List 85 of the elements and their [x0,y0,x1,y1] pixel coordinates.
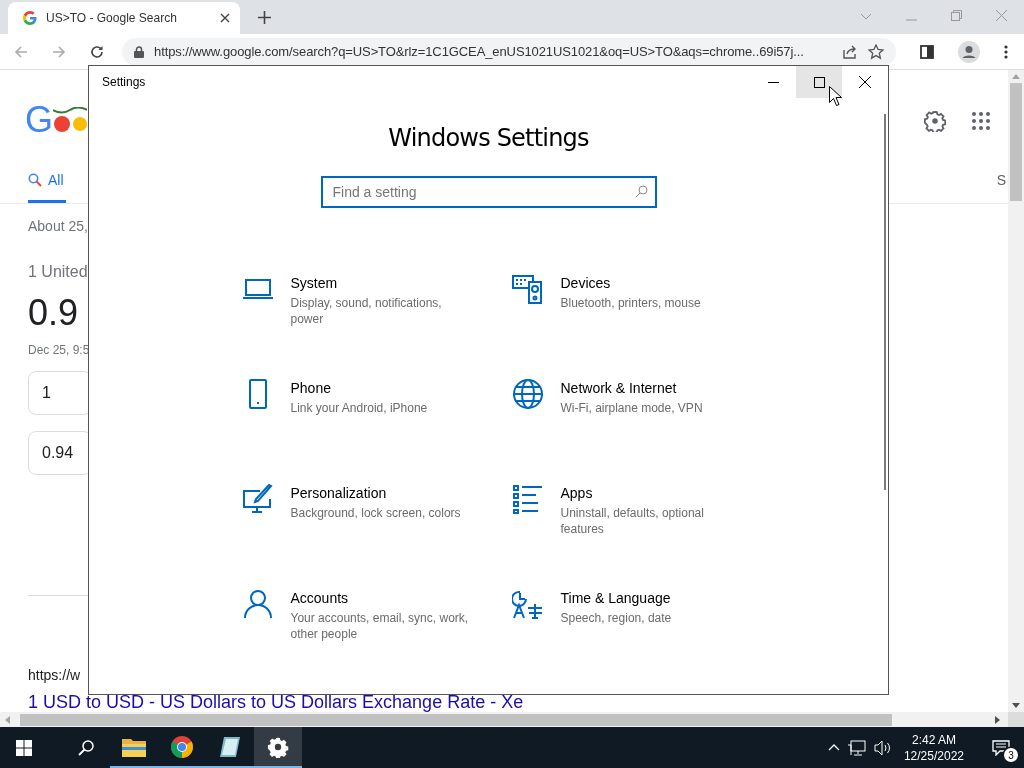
category-description: Bluetooth, printers, mouse [560,295,702,311]
profile-icon[interactable] [958,40,980,63]
settings-category[interactable]: System Display, sound, notifications, power [241,274,512,379]
conversion-label: 1 United [28,263,88,281]
light-bulbs-drawing [53,107,87,133]
menu-icon[interactable] [1004,44,1008,59]
search-tab[interactable]: S [996,172,1006,203]
globe-icon [511,378,544,410]
notepad-icon [218,734,242,759]
result-link[interactable]: 1 USD to USD - US Dollars to US Dollars Exchange Rate - Xe [28,694,524,710]
settings-category[interactable]: Phone Link your Android, iPhone [241,379,512,484]
search-icon[interactable] [78,739,94,756]
chevron-up-icon[interactable] [827,744,840,751]
result-stats: About 25, [28,218,88,234]
clock-date[interactable]: 12/25/2022 [903,747,964,764]
category-name: Phone [290,379,332,397]
minimize-icon [767,81,779,83]
scroll-down-icon[interactable] [1012,703,1020,708]
scroll-thumb[interactable] [1010,83,1022,201]
category-description: Display, sound, notifications, power [290,295,443,327]
settings-category[interactable]: Accounts Your accounts, email, sync, work, other people [241,589,512,694]
category-description: Background, lock screen, colors [290,505,462,521]
reload-icon[interactable] [90,44,104,59]
scroll-right-icon[interactable] [995,715,1000,724]
maximize-icon [813,76,825,88]
category-name: Time & Language [560,589,672,607]
search-tab[interactable]: All [28,172,66,203]
start-icon[interactable] [16,739,32,756]
category-description: Your accounts, email, sync, work, other people [290,610,470,642]
category-description: Wi-Fi, airplane mode, VPN [560,400,704,416]
settings-icon[interactable] [924,110,946,132]
window-title: Settings [102,75,146,89]
notification-count: 3 [1004,748,1018,762]
scrollbar[interactable] [1008,70,1024,712]
settings-category[interactable]: Devices Bluetooth, printers, mouse [511,274,742,379]
person-icon [241,588,274,620]
close-icon [859,76,871,88]
tab-title: US>TO - Google Search [46,11,178,25]
monitor-brush-icon [241,483,274,515]
logo-letter: G [25,102,53,138]
category-description: Uninstall, defaults, optional features [560,505,705,537]
network-icon[interactable] [847,739,866,756]
notifications-icon[interactable] [992,739,1010,756]
settings-category[interactable]: Apps Uninstall, defaults, optional features [511,484,742,589]
category-name: Personalization [290,484,388,502]
settings-category[interactable]: Personalization Background, lock screen, colors [241,484,512,589]
apps-grid-icon[interactable] [972,112,990,130]
category-name: Devices [560,274,612,292]
side-panel-icon[interactable] [920,44,934,59]
category-name: Apps [560,484,594,502]
share-icon[interactable] [842,44,858,59]
lock-icon [134,45,144,58]
conversion-value: 0.9 [28,293,79,333]
page-heading: Windows Settings [388,124,589,152]
mouse-cursor-icon [829,86,842,106]
category-description: Speech, region, date [560,610,673,626]
address-bar[interactable]: https://www.google.com/search?q=US>TO&rlz=1C1GCEA_enUS1021US1021&oq=US>TO&aqs=chrome..69i57j... [122,37,896,66]
settings-category[interactable]: Network & Internet Wi-Fi, airplane mode, VPN [511,379,742,484]
clock-time[interactable]: 2:42 AM [911,731,956,748]
search-field[interactable]: Find a setting [320,176,657,208]
search-icon [634,185,648,198]
clock-letters-icon [511,588,544,620]
volume-icon[interactable] [873,739,892,756]
browser-tab[interactable]: US>TO - Google Search [8,2,240,34]
scrollbar[interactable] [0,712,1024,727]
result-url: https://w [28,667,81,683]
star-icon[interactable] [868,43,884,60]
scroll-thumb[interactable] [20,713,892,726]
taskbar-app-button[interactable] [254,727,302,768]
chrome-icon [170,734,194,759]
new-tab-icon[interactable] [258,11,271,24]
close-icon[interactable] [220,13,230,23]
folder-icon [122,736,146,757]
category-name: Network & Internet [560,379,678,397]
category-name: System [290,274,339,292]
scrollbar-corner [1008,712,1024,727]
keyboard-speaker-icon [511,273,544,305]
settings-category[interactable]: Time & Language Speech, region, date [511,589,742,694]
gear-icon [267,735,289,758]
list-icon [511,483,544,515]
google-icon [22,10,38,26]
search-icon [28,173,42,187]
category-name: Accounts [290,589,350,607]
category-description: Link your Android, iPhone [290,400,429,416]
url-text: https://www.google.com/search?q=US>TO&rlz=1C1GCEA_enUS1021US1021&oq=US>TO&aqs=chrome..69i57j... [154,44,805,59]
